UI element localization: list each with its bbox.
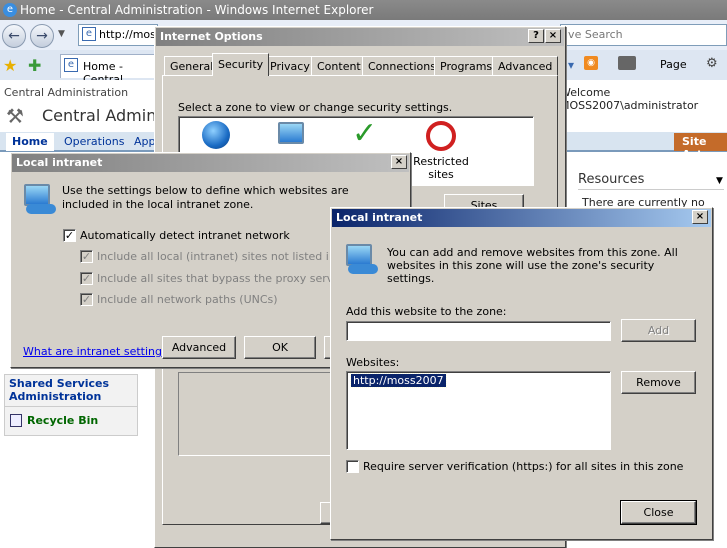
recycle-bin-link[interactable]: Recycle Bin — [27, 414, 98, 427]
include-proxy-bypass-checkbox[interactable]: ✓ — [80, 272, 93, 285]
include-local-checkbox[interactable]: ✓ — [80, 250, 93, 263]
nav-application[interactable]: App — [134, 135, 156, 148]
advanced-button[interactable]: Advanced — [162, 336, 236, 359]
back-icon[interactable]: ← — [2, 24, 26, 48]
feeds-icon[interactable]: ◉ — [584, 56, 598, 70]
remove-button[interactable]: Remove — [621, 371, 696, 394]
include-unc-checkbox[interactable]: ✓ — [80, 293, 93, 306]
close-button[interactable]: Close — [620, 500, 697, 525]
page-menu[interactable]: Page — [660, 58, 687, 71]
ok-button[interactable]: OK — [244, 336, 316, 359]
breadcrumb[interactable]: Central Administration — [4, 86, 128, 99]
zone-restricted-label: Restricted sites — [413, 155, 469, 181]
nav-home[interactable]: Home — [6, 133, 54, 151]
require-https-label: Require server verification (https:) for… — [363, 460, 684, 473]
quick-launch-divider — [4, 406, 138, 407]
favorites-star-icon[interactable]: ★ — [3, 56, 17, 75]
security-level-box — [178, 372, 334, 456]
resources-dropdown-icon[interactable]: ▼ — [716, 176, 723, 186]
add-button[interactable]: Add — [621, 319, 696, 342]
ie-logo-icon: e — [3, 3, 17, 17]
include-local-label: Include all local (intranet) sites not l… — [97, 250, 329, 263]
search-input[interactable]: ive Search — [560, 24, 727, 46]
site-title: Central Admin — [42, 106, 157, 125]
add-website-input[interactable] — [346, 321, 611, 341]
close-icon[interactable]: × — [692, 210, 708, 224]
site-actions-button[interactable]: Site Act — [674, 133, 727, 161]
include-proxy-bypass-label: Include all sites that bypass the proxy … — [97, 272, 345, 285]
intranet-settings-help-link[interactable]: What are intranet settings? — [23, 345, 174, 358]
require-https-checkbox[interactable] — [346, 460, 359, 473]
intranet-monitor-icon — [346, 244, 372, 266]
trusted-sites-icon[interactable]: ✓ — [352, 116, 377, 151]
tab-connections[interactable]: Connections — [362, 56, 442, 76]
resources-heading: Resources — [578, 172, 724, 190]
website-list-item[interactable]: http://moss2007 — [350, 373, 447, 388]
sites-description: You can add and remove websites from thi… — [387, 246, 678, 285]
restricted-sites-icon[interactable] — [426, 121, 456, 151]
local-intranet-sites-title: Local intranet — [332, 209, 711, 227]
tab-advanced[interactable]: Advanced — [492, 56, 559, 76]
close-icon[interactable]: × — [545, 29, 561, 43]
history-dropdown-icon[interactable]: ▼ — [58, 29, 65, 39]
tools-gear-icon[interactable]: ⚙ — [706, 56, 718, 71]
intranet-monitor-icon — [24, 184, 50, 206]
add-website-label: Add this website to the zone: — [346, 305, 507, 318]
network-globe-icon — [26, 204, 56, 214]
auto-detect-checkbox[interactable]: ✓ — [63, 229, 76, 242]
intranet-zone-icon[interactable] — [278, 122, 304, 144]
local-intranet-settings-title: Local intranet — [12, 154, 409, 172]
add-favorites-icon[interactable]: ✚ — [28, 56, 41, 75]
nav-operations[interactable]: Operations — [64, 135, 124, 148]
internet-options-title: Internet Options — [156, 28, 564, 46]
internet-zone-icon[interactable] — [202, 121, 230, 149]
websites-label: Websites: — [346, 356, 400, 369]
welcome-menu[interactable]: Welcome MOSS2007\administrator — [560, 86, 727, 112]
tab-content[interactable]: Content — [311, 56, 367, 76]
auto-detect-label: Automatically detect intranet network — [80, 229, 290, 242]
forward-icon[interactable]: → — [30, 24, 54, 48]
home-icon[interactable]: ▾ — [568, 58, 574, 72]
page-icon: e — [82, 27, 96, 41]
tab-programs[interactable]: Programs — [434, 56, 499, 76]
tab-page-icon: e — [64, 58, 78, 72]
include-unc-label: Include all network paths (UNCs) — [97, 293, 278, 306]
tab-security[interactable]: Security — [212, 53, 270, 76]
ie-window-title: Home - Central Administration - Windows … — [20, 3, 374, 17]
tab-privacy[interactable]: Privacy — [264, 56, 316, 76]
help-icon[interactable]: ? — [528, 29, 544, 43]
shared-services-link[interactable]: Shared Services Administration — [9, 377, 134, 403]
print-icon[interactable] — [618, 56, 636, 70]
admin-tools-icon: ⚒ — [6, 104, 24, 128]
network-globe-icon — [348, 264, 378, 274]
close-icon[interactable]: × — [391, 155, 407, 169]
zone-prompt: Select a zone to view or change security… — [178, 101, 453, 114]
recycle-bin-icon — [10, 414, 22, 427]
